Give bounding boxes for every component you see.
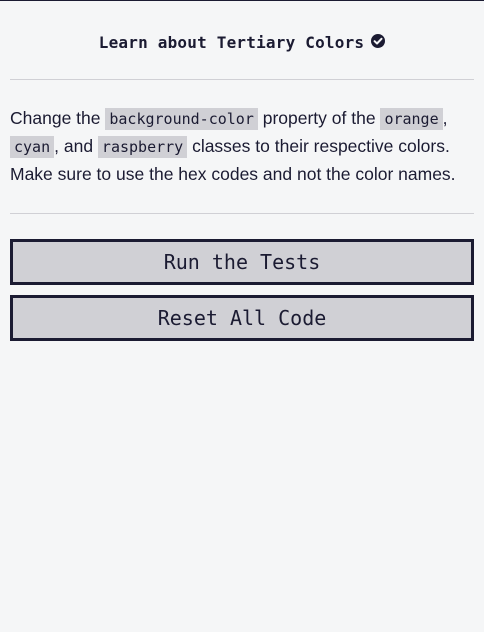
description-text: , and bbox=[54, 136, 98, 156]
code-background-color: background-color bbox=[105, 108, 258, 130]
challenge-panel: Learn about Tertiary Colors Change the b… bbox=[0, 1, 484, 341]
challenge-title: Learn about Tertiary Colors bbox=[98, 32, 365, 52]
challenge-description: Change the background-color property of … bbox=[10, 80, 474, 213]
description-text: Change the bbox=[10, 108, 106, 128]
code-raspberry: raspberry bbox=[97, 136, 188, 158]
reset-code-button[interactable]: Reset All Code bbox=[10, 295, 474, 341]
check-circle-icon bbox=[371, 33, 386, 48]
run-tests-button[interactable]: Run the Tests bbox=[10, 239, 474, 285]
description-text: , bbox=[442, 108, 448, 128]
challenge-header: Learn about Tertiary Colors bbox=[10, 1, 474, 53]
code-cyan: cyan bbox=[10, 136, 55, 158]
description-text: property of the bbox=[257, 108, 381, 128]
code-orange: orange bbox=[380, 108, 443, 130]
action-buttons: Run the Tests Reset All Code bbox=[10, 214, 474, 341]
